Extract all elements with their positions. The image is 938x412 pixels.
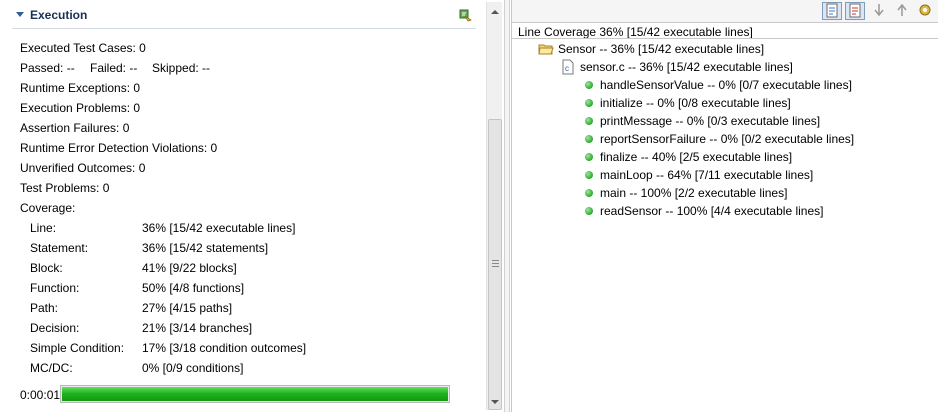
test-problems: Test Problems: 0	[20, 181, 110, 195]
pane-splitter[interactable]	[504, 0, 510, 412]
tree-item-label: handleSensorValue -- 0% [0/7 executable …	[600, 78, 852, 92]
execution-progress-bar	[60, 385, 450, 403]
tree-item-label: Sensor -- 36% [15/42 executable lines]	[558, 42, 765, 56]
line-coverage-view-icon[interactable]	[822, 2, 842, 20]
coverage-simple-condition-label: Simple Condition:	[30, 341, 125, 355]
tree-item-label: reportSensorFailure -- 0% [0/2 executabl…	[600, 132, 855, 146]
thumb-grip-icon	[492, 266, 499, 267]
line-coverage-title: Line Coverage 36% [15/42 executable line…	[518, 25, 753, 39]
svg-text:c: c	[565, 64, 569, 73]
assertion-failures: Assertion Failures: 0	[20, 121, 130, 135]
coverage-pane: Line Coverage 36% [15/42 executable line…	[511, 0, 938, 412]
coverage-function-label: Function:	[30, 281, 80, 295]
coverage-path-value: 27% [4/15 paths]	[142, 301, 233, 315]
coverage-path-label: Path:	[30, 301, 59, 315]
function-bullet-icon	[580, 77, 596, 93]
left-pane-scrollbar[interactable]	[486, 2, 502, 410]
execution-pane: Execution Executed Test Cases: 0 Passed:…	[0, 0, 486, 412]
title-separator	[512, 38, 938, 39]
statement-view-icon[interactable]	[845, 2, 865, 20]
scrollbar-thumb[interactable]	[488, 119, 502, 410]
tree-item-label: printMessage -- 0% [0/3 executable lines…	[600, 114, 821, 128]
runtime-error-detection: Runtime Error Detection Violations: 0	[20, 141, 218, 155]
coverage-function-value: 50% [4/8 functions]	[142, 281, 245, 295]
tree-item-label: sensor.c -- 36% [15/42 executable lines]	[580, 60, 793, 74]
elapsed-time: 0:00:01	[20, 388, 61, 402]
coverage-toolbar	[512, 0, 938, 22]
function-bullet-icon	[580, 131, 596, 147]
skipped-count: Skipped: --	[152, 61, 211, 75]
run-tool-icon[interactable]	[458, 7, 474, 23]
execution-title: Execution	[30, 8, 88, 22]
settings-icon[interactable]	[916, 2, 936, 20]
coverage-simple-condition-value: 17% [3/18 condition outcomes]	[142, 341, 307, 355]
coverage-decision-label: Decision:	[30, 321, 80, 335]
header-rule	[12, 28, 476, 29]
scroll-up-arrow-icon[interactable]	[491, 10, 499, 14]
coverage-block-value: 41% [9/22 blocks]	[142, 261, 237, 275]
coverage-block-label: Block:	[30, 261, 63, 275]
failed-count: Failed: --	[90, 61, 138, 75]
thumb-grip-icon	[492, 263, 499, 264]
coverage-mcdc-value: 0% [0/9 conditions]	[142, 361, 244, 375]
toolbar-separator	[512, 22, 938, 23]
executed-test-cases: Executed Test Cases: 0	[20, 41, 146, 55]
function-bullet-icon	[580, 203, 596, 219]
tree-item-label: readSensor -- 100% [4/4 executable lines…	[600, 204, 824, 218]
coverage-line-value: 36% [15/42 executable lines]	[142, 221, 296, 235]
move-down-icon[interactable]	[870, 2, 890, 20]
move-up-icon[interactable]	[893, 2, 913, 20]
folder-open-icon	[538, 41, 554, 57]
coverage-heading: Coverage:	[20, 201, 76, 215]
tree-item-label: main -- 100% [2/2 executable lines]	[600, 186, 788, 200]
thumb-grip-icon	[492, 260, 499, 261]
coverage-decision-value: 21% [3/14 branches]	[142, 321, 253, 335]
function-bullet-icon	[580, 167, 596, 183]
function-bullet-icon	[580, 113, 596, 129]
runtime-exceptions: Runtime Exceptions: 0	[20, 81, 141, 95]
coverage-line-label: Line:	[30, 221, 57, 235]
passed-count: Passed: --	[20, 61, 75, 75]
function-bullet-icon	[580, 149, 596, 165]
coverage-statement-value: 36% [15/42 statements]	[142, 241, 269, 255]
execution-section-header[interactable]: Execution	[0, 0, 486, 30]
tree-item-label: finalize -- 40% [2/5 executable lines]	[600, 150, 793, 164]
function-bullet-icon	[580, 95, 596, 111]
c-source-file-icon: c	[560, 59, 576, 75]
unverified-outcomes: Unverified Outcomes: 0	[20, 161, 146, 175]
coverage-statement-label: Statement:	[30, 241, 89, 255]
tree-item-label: initialize -- 0% [0/8 executable lines]	[600, 96, 791, 110]
scroll-down-arrow-icon[interactable]	[491, 400, 499, 404]
collapse-triangle-icon[interactable]	[16, 12, 24, 17]
function-bullet-icon	[580, 185, 596, 201]
coverage-mcdc-label: MC/DC:	[30, 361, 73, 375]
execution-problems: Execution Problems: 0	[20, 101, 141, 115]
progress-fill	[62, 387, 448, 401]
tree-item-label: mainLoop -- 64% [7/11 executable lines]	[600, 168, 814, 182]
